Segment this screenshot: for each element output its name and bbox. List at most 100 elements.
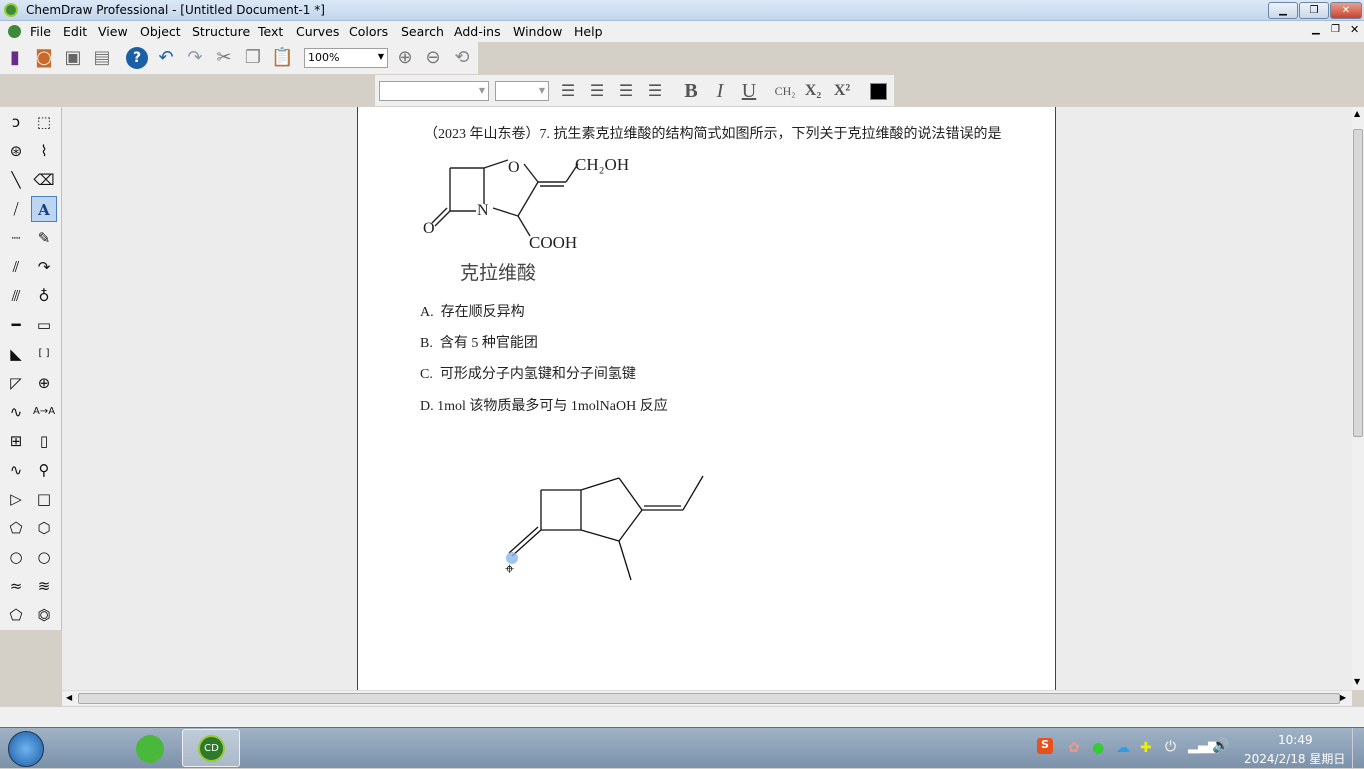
menu-help[interactable]: Help — [574, 24, 603, 39]
align-right-icon[interactable]: ☰ — [615, 80, 637, 102]
hash-bond-tool[interactable]: ⫽ — [3, 254, 29, 280]
hexagon-tool[interactable]: ⬡ — [31, 515, 57, 541]
square-tool[interactable]: □ — [31, 486, 57, 512]
acyclic-chain-tool[interactable]: A→A — [31, 399, 57, 425]
pentagon-tool[interactable]: ⬠ — [3, 515, 29, 541]
taskbar-chemdraw-button[interactable]: CD — [182, 729, 240, 767]
eraser-tool[interactable]: ⌫ — [31, 167, 57, 193]
cyclohexane-chair2-tool[interactable]: ≋ — [31, 573, 57, 599]
tray-flower-icon[interactable]: ✿ — [1068, 740, 1080, 756]
bracket-tool[interactable]: [ ] — [31, 341, 57, 367]
bold-hash-bond-tool[interactable]: ⫻ — [3, 283, 29, 309]
align-left-icon[interactable]: ☰ — [557, 80, 579, 102]
document-page[interactable]: （2023 年山东卷）7. 抗生素克拉维酸的结构简式如图所示，下列关于克拉维酸的… — [357, 107, 1056, 690]
italic-button[interactable]: I — [709, 80, 731, 102]
menu-text[interactable]: Text — [258, 24, 283, 39]
cyclohexane-chair1-tool[interactable]: ≈ — [3, 573, 29, 599]
horizontal-scrollbar[interactable]: ◀ ▶ — [62, 690, 1352, 706]
subscript-button[interactable]: X₂ — [802, 80, 824, 102]
scroll-up-icon[interactable]: ▲ — [1354, 109, 1360, 118]
cut-icon[interactable]: ✂ — [213, 47, 235, 69]
menu-edit[interactable]: Edit — [63, 24, 87, 39]
zoom-in-icon[interactable]: ⊕ — [394, 47, 416, 69]
show-desktop-button[interactable] — [1352, 728, 1364, 769]
font-name-select[interactable]: ▼ — [379, 81, 489, 101]
sogou-ime-icon[interactable]: S — [1037, 738, 1053, 754]
pen-tool[interactable]: ✎ — [31, 225, 57, 251]
table-tool[interactable]: ⊞ — [3, 428, 29, 454]
menu-add-ins[interactable]: Add-ins — [454, 24, 501, 39]
wavy-bond-tool[interactable]: ∿ — [3, 399, 29, 425]
menu-structure[interactable]: Structure — [192, 24, 250, 39]
hollow-wedge-tool[interactable]: ◸ — [3, 370, 29, 396]
zoom-select[interactable]: 100% ▼ — [304, 48, 388, 68]
restore-button[interactable]: ❐ — [1299, 2, 1329, 19]
start-button[interactable] — [8, 731, 44, 767]
power-plug-icon[interactable]: ⏻ — [1165, 739, 1176, 755]
taskbar-browser-icon[interactable] — [136, 735, 164, 763]
cyclopentane-tool[interactable]: ⬠ — [3, 602, 29, 628]
volume-icon[interactable]: 🔊 — [1212, 738, 1229, 754]
menu-colors[interactable]: Colors — [349, 24, 388, 39]
scroll-thumb[interactable] — [78, 693, 1340, 704]
charge-tool[interactable]: ⊕ — [31, 370, 57, 396]
menu-window[interactable]: Window — [513, 24, 562, 39]
clock-date[interactable]: 2024/2/18 星期日 — [1244, 750, 1345, 767]
rotate-3d-icon[interactable]: ⟲ — [451, 47, 473, 69]
save-icon[interactable]: ▣ — [62, 47, 84, 69]
superscript-button[interactable]: X² — [831, 80, 853, 102]
copy-icon[interactable]: ❐ — [242, 47, 264, 69]
doc-close-button[interactable]: ✕ — [1350, 23, 1359, 36]
scroll-down-icon[interactable]: ▼ — [1354, 677, 1360, 686]
doc-minimize-button[interactable]: ▁ — [1312, 24, 1320, 35]
menu-file[interactable]: File — [30, 24, 51, 39]
cloud-icon[interactable]: ☁ — [1116, 740, 1130, 756]
zoom-out-icon[interactable]: ⊖ — [422, 47, 444, 69]
menu-curves[interactable]: Curves — [296, 24, 339, 39]
open-icon[interactable]: ◙ — [33, 47, 55, 69]
align-center-icon[interactable]: ☰ — [586, 80, 608, 102]
cyclopropane-tool[interactable]: ○ — [31, 544, 57, 570]
template-tool[interactable]: ⚲ — [31, 457, 57, 483]
arrow-tool[interactable]: ↷ — [31, 254, 57, 280]
cyclohexane-tool[interactable]: ○ — [3, 544, 29, 570]
mass-fragment-tool[interactable]: ♁ — [31, 283, 57, 309]
clock-time[interactable]: 10:49 — [1278, 733, 1313, 747]
new-document-icon[interactable]: ▮ — [4, 47, 26, 69]
doc-restore-button[interactable]: ❐ — [1331, 24, 1340, 35]
solid-bond-tool[interactable]: ╲ — [3, 167, 29, 193]
print-icon[interactable]: ▤ — [91, 47, 113, 69]
justify-icon[interactable]: ☰ — [644, 80, 666, 102]
marquee-tool[interactable]: ⬚ — [31, 109, 57, 135]
undo-icon[interactable]: ↶ — [155, 47, 177, 69]
formula-button[interactable]: CH₂ — [771, 80, 799, 102]
360-security-icon[interactable]: ✚ — [1140, 740, 1152, 756]
menu-object[interactable]: Object — [140, 24, 181, 39]
vertical-scrollbar[interactable]: ▲ ▼ — [1352, 107, 1364, 690]
scroll-right-icon[interactable]: ▶ — [1340, 693, 1346, 702]
menu-search[interactable]: Search — [401, 24, 444, 39]
close-button[interactable]: ✕ — [1330, 2, 1362, 19]
triangle-tool[interactable]: ▷ — [3, 486, 29, 512]
scroll-thumb[interactable] — [1353, 129, 1363, 437]
help-icon[interactable]: ? — [126, 47, 148, 69]
font-size-select[interactable]: ▼ — [495, 81, 549, 101]
color-swatch[interactable] — [870, 83, 887, 100]
scroll-left-icon[interactable]: ◀ — [66, 693, 72, 702]
lasso-tool[interactable]: ↄ — [3, 109, 29, 135]
redo-icon[interactable]: ↷ — [184, 47, 206, 69]
text-tool[interactable]: A — [31, 196, 57, 222]
tlc-tool[interactable]: ▯ — [31, 428, 57, 454]
benzene-tool[interactable]: ⏣ — [31, 602, 57, 628]
dashed-bond-tool[interactable]: ┈ — [3, 225, 29, 251]
structure-perspective-tool[interactable]: ⊛ — [3, 138, 29, 164]
wedge-bond-tool[interactable]: ⧸ — [3, 196, 29, 222]
wechat-icon[interactable]: ● — [1092, 740, 1104, 756]
menu-view[interactable]: View — [98, 24, 128, 39]
underline-button[interactable]: U — [738, 80, 760, 102]
rectangle-tool[interactable]: ▭ — [31, 312, 57, 338]
minimize-button[interactable]: ▁ — [1268, 2, 1298, 19]
chain-tool[interactable]: ⌇ — [31, 138, 57, 164]
bold-bond-tool[interactable]: ━ — [3, 312, 29, 338]
bold-button[interactable]: B — [680, 80, 702, 102]
